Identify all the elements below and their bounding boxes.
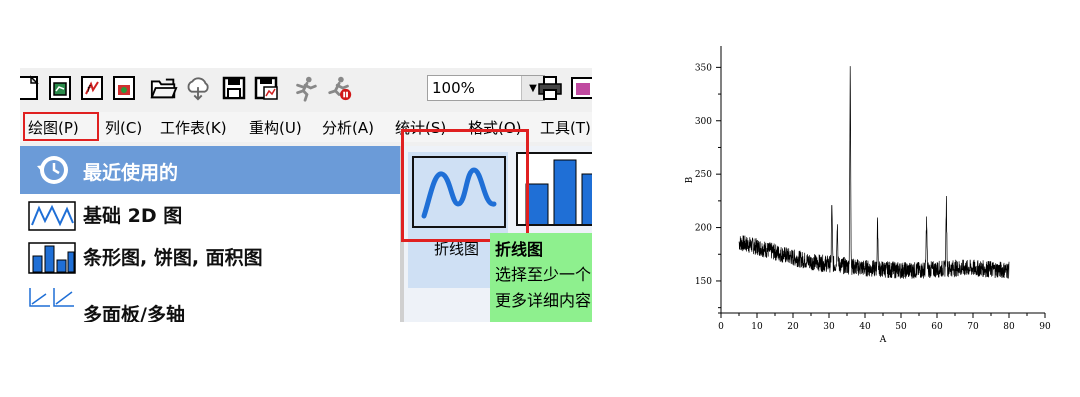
- category-basic-2d-label: 基础 2D 图: [83, 205, 183, 227]
- line-graph-icon: [28, 201, 76, 235]
- stop-recalculate-icon[interactable]: [326, 74, 354, 102]
- menu-reshape[interactable]: 重构(U): [249, 117, 302, 138]
- origin-screenshot: f 100% ▼ 绘图(P) 列(C) 工作表(K) 重构(U) 分析(A) 统…: [20, 68, 592, 322]
- chart-x-tick-label: 20: [787, 322, 799, 332]
- chart-svg: 0 10 20 30 40 50 60 70 80 90 150 200 250 300 350 A B: [685, 46, 1051, 345]
- chart-y-tick-label: 150: [695, 277, 712, 287]
- zoom-value: 100%: [432, 79, 475, 97]
- chart-y-tick-label: 300: [695, 117, 712, 127]
- chart-y-label: B: [685, 176, 695, 183]
- chart-x-tick-label: 0: [718, 322, 724, 332]
- xrd-line-chart: 0 10 20 30 40 50 60 70 80 90 150 200 250 300 350 A B: [670, 40, 1060, 360]
- open-folder-icon[interactable]: [150, 74, 178, 102]
- multi-panel-icon: [28, 286, 76, 320]
- zoom-select[interactable]: 100% ▼: [427, 75, 545, 101]
- chart-axes: [718, 46, 1045, 317]
- chart-y-tick-label: 250: [695, 170, 712, 180]
- category-multi-panel[interactable]: 多面板/多轴: [20, 278, 400, 322]
- save-icon[interactable]: [220, 74, 248, 102]
- category-bar-pie-area[interactable]: 条形图, 饼图, 面积图: [20, 236, 400, 278]
- chart-x-label: A: [879, 335, 887, 345]
- column-plot-thumbnail-icon: [525, 159, 592, 224]
- category-multi-panel-label: 多面板/多轴: [83, 304, 185, 322]
- chart-x-tick-label: 90: [1039, 322, 1051, 332]
- new-graph-icon[interactable]: [46, 74, 74, 102]
- export-icon[interactable]: [568, 74, 592, 102]
- highlight-box-plot-menu: [23, 112, 99, 141]
- new-layout-icon[interactable]: [110, 74, 138, 102]
- cloud-icon[interactable]: [184, 74, 212, 102]
- chart-y-tick-label: 350: [695, 63, 712, 73]
- recalculate-icon[interactable]: [292, 74, 320, 102]
- chart-x-tick-label: 40: [859, 322, 871, 332]
- tooltip-title: 折线图: [495, 240, 544, 259]
- chart-x-tick-label: 50: [895, 322, 907, 332]
- menu-column[interactable]: 列(C): [105, 117, 142, 138]
- category-recent-label: 最近使用的: [83, 162, 179, 184]
- category-basic-2d[interactable]: 基础 2D 图: [20, 194, 400, 236]
- chart-series-line: [738, 66, 1010, 279]
- category-recent[interactable]: 最近使用的: [20, 146, 400, 194]
- menu-analysis[interactable]: 分析(A): [322, 117, 374, 138]
- chart-y-tick-label: 200: [695, 224, 712, 234]
- chart-x-tick-label: 60: [931, 322, 943, 332]
- chart-x-tick-label: 10: [751, 322, 763, 332]
- tooltip-line-2: 更多详细内容: [495, 291, 592, 310]
- category-bar-pie-area-label: 条形图, 饼图, 面积图: [83, 247, 263, 269]
- save-template-icon[interactable]: [252, 74, 280, 102]
- chart-x-tick-label: 70: [967, 322, 979, 332]
- menu-tools[interactable]: 工具(T): [540, 117, 591, 138]
- chart-x-tick-label: 30: [823, 322, 835, 332]
- tooltip-line-1: 选择至少一个: [495, 265, 592, 284]
- chart-x-tick-label: 80: [1003, 322, 1015, 332]
- chart-ticks: 0 10 20 30 40 50 60 70 80 90 150 200 250 300 350: [695, 63, 1051, 332]
- menu-worksheet[interactable]: 工作表(K): [160, 117, 227, 138]
- bar-chart-icon: [28, 242, 76, 278]
- clock-icon: [34, 152, 72, 192]
- tooltip-line-plot: 折线图 选择至少一个 更多详细内容: [490, 233, 592, 322]
- toolbar: f 100% ▼: [20, 68, 592, 110]
- plot-category-list: 最近使用的 基础 2D 图 条形图, 饼图, 面积图 多面板/多轴: [20, 146, 400, 322]
- highlight-box-line-plot: [401, 129, 529, 242]
- new-function-icon[interactable]: f: [78, 74, 106, 102]
- print-icon[interactable]: [536, 74, 564, 102]
- new-worksheet-icon[interactable]: [20, 74, 42, 102]
